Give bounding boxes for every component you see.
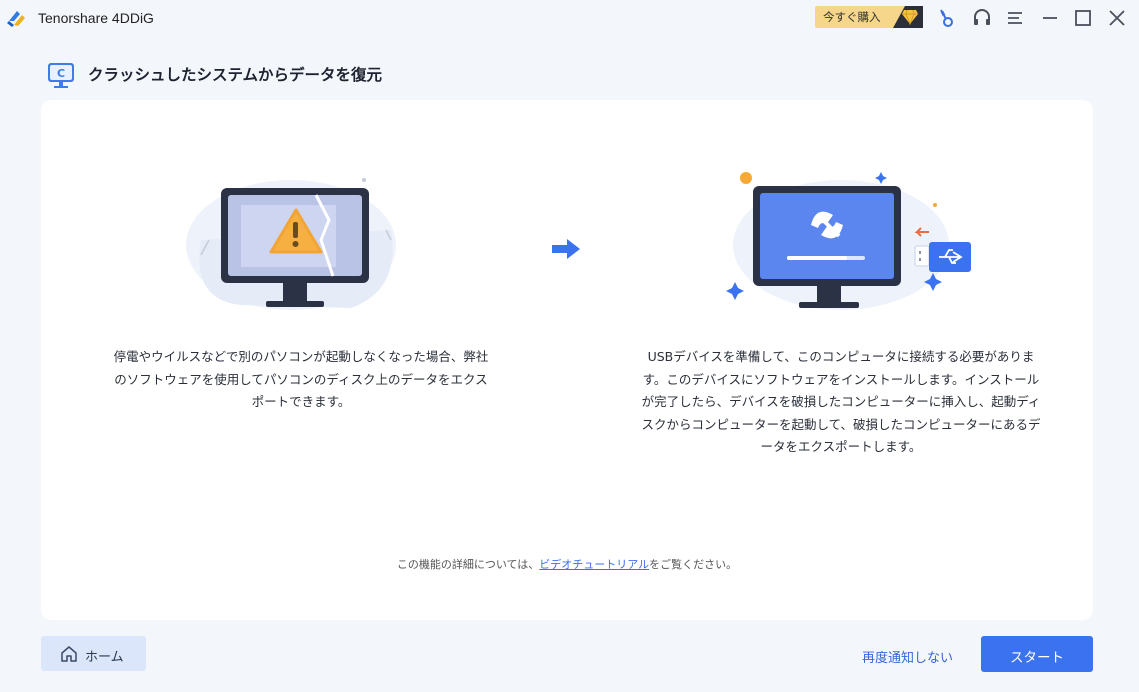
footer-suffix: をご覧ください。 [649, 558, 738, 571]
headset-icon[interactable] [971, 7, 993, 29]
crashed-computer-illustration [186, 178, 396, 310]
right-description: USBデバイスを準備して、このコンピュータに接続する必要があります。このデバイス… [641, 349, 1041, 454]
dont-show-again-link[interactable]: 再度通知しない [862, 647, 953, 666]
video-tutorial-link[interactable]: ビデオチュートリアル [539, 558, 649, 571]
start-label: スタート [1010, 650, 1064, 666]
diamond-icon [902, 9, 918, 25]
menu-icon[interactable] [1004, 7, 1026, 29]
left-description: 停電やウイルスなどで別のパソコンが起動しなくなった場合、弊社のソフトウェアを使用… [113, 349, 489, 409]
arrow-right-icon [552, 239, 580, 259]
buy-now-button[interactable]: 今すぐ購入 [815, 6, 923, 28]
page-title: クラッシュしたシステムからデータを復元 [88, 66, 383, 84]
home-label: ホーム [85, 650, 124, 665]
title-bar: Tenorshare 4DDiG 今すぐ購入 [0, 0, 1139, 38]
home-button[interactable]: ホーム [41, 636, 146, 671]
maximize-icon[interactable] [1072, 7, 1094, 29]
footer-note: この機能の詳細については、ビデオチュートリアルをご覧ください。 [41, 556, 1093, 572]
key-icon[interactable] [934, 7, 956, 29]
usb-boot-illustration [726, 172, 971, 310]
minimize-icon[interactable] [1039, 7, 1061, 29]
footer-prefix: この機能の詳細については、 [396, 558, 540, 571]
main-card: 停電やウイルスなどで別のパソコンが起動しなくなった場合、弊社のソフトウェアを使用… [41, 100, 1093, 620]
system-crash-icon: C [48, 63, 74, 88]
app-title: Tenorshare 4DDiG [38, 10, 154, 26]
buy-now-label: 今すぐ購入 [823, 10, 881, 24]
app-logo-icon [7, 11, 25, 27]
close-icon[interactable] [1106, 7, 1128, 29]
start-button[interactable]: スタート [981, 636, 1093, 672]
home-icon [61, 646, 77, 662]
svg-text:C: C [57, 67, 65, 80]
